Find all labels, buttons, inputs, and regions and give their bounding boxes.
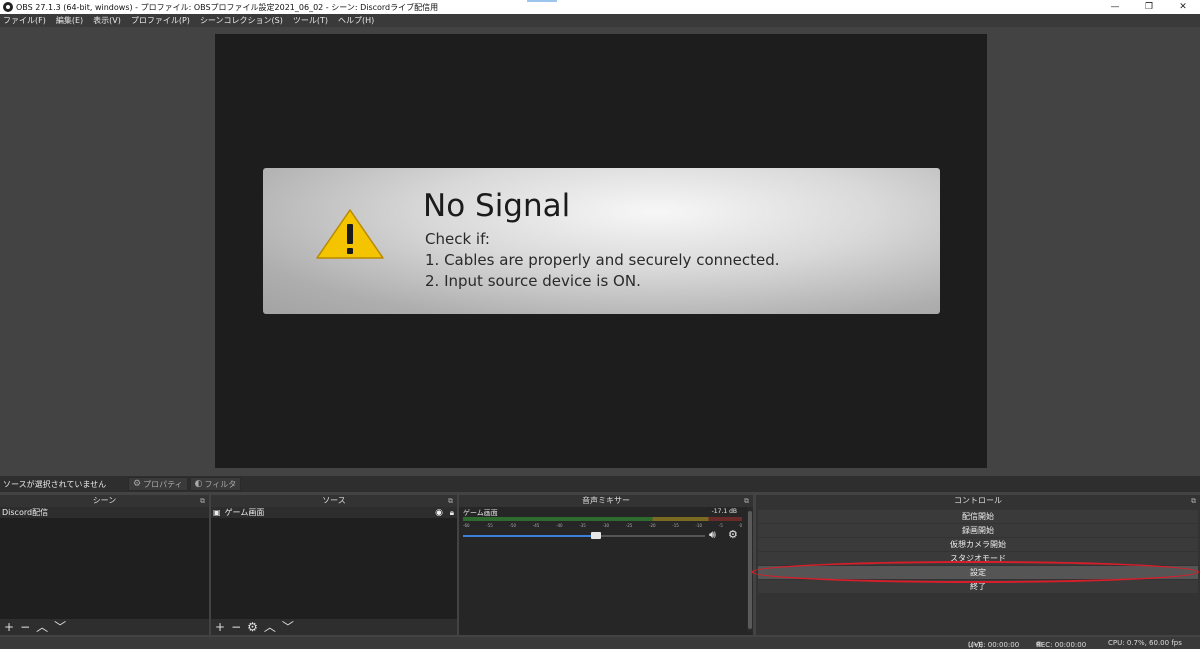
live-time: LIVE: 00:00:00 — [968, 641, 1020, 649]
mixer-dock-header: 音声ミキサー ⧉ — [459, 495, 753, 507]
sources-dock-title: ソース — [322, 496, 346, 505]
warning-triangle-icon — [316, 209, 384, 259]
dock-float-icon[interactable]: ⧉ — [200, 495, 205, 507]
sources-dock-header: ソース ⧉ — [211, 495, 457, 507]
remove-source-icon[interactable]: − — [231, 621, 241, 633]
gear-icon: ⚙ — [133, 479, 142, 489]
sources-dock: ソース ⧉ ▣ ゲーム画面 ◉ 🔒︎ + − ⚙ ︿ ﹀ — [211, 495, 457, 635]
window-title: OBS 27.1.3 (64-bit, windows) - プロファイル: O… — [16, 2, 439, 12]
scenes-dock-header: シーン ⧉ — [0, 495, 209, 507]
start-recording-button[interactable]: 録画開始 — [758, 524, 1198, 537]
dock-float-icon[interactable]: ⧉ — [744, 495, 749, 507]
start-virtual-camera-button[interactable]: 仮想カメラ開始 — [758, 538, 1198, 551]
no-signal-cables: 1. Cables are properly and securely conn… — [425, 251, 780, 269]
properties-button[interactable]: ⚙ プロパティ — [128, 477, 188, 491]
filters-button[interactable]: ◐ フィルタ — [189, 477, 242, 491]
remove-scene-icon[interactable]: − — [20, 621, 30, 633]
preview-canvas[interactable]: No Signal Check if: 1. Cables are proper… — [215, 34, 987, 468]
source-settings-gear-icon[interactable]: ⚙ — [247, 621, 258, 633]
scenes-footer: + − ︿ ﹀ — [0, 619, 209, 635]
scene-item-label: Discord配信 — [2, 508, 49, 517]
mixer-channel: ゲーム画面 -17.1 dB -60 -55 -50 -45 -40 -35 -30 -25-… — [459, 507, 747, 635]
source-item-label: ゲーム画面 — [224, 508, 265, 517]
move-up-icon[interactable]: ︿ — [36, 621, 48, 633]
properties-label: プロパティ — [143, 479, 183, 489]
dock-float-icon[interactable]: ⧉ — [448, 495, 453, 507]
close-button[interactable]: ✕ — [1166, 0, 1200, 14]
start-streaming-button[interactable]: 配信開始 — [758, 510, 1198, 523]
obs-logo-icon — [3, 2, 13, 12]
source-item[interactable]: ▣ ゲーム画面 ◉ 🔒︎ — [211, 507, 457, 518]
maximize-button[interactable]: ❐ — [1132, 0, 1166, 14]
menu-scene-collection[interactable]: シーンコレクション(S) — [200, 15, 283, 26]
menu-view[interactable]: 表示(V) — [93, 15, 121, 26]
meter-scale: -60 -55 -50 -45 -40 -35 -30 -25 -20 -15 -10 -5 0 — [463, 523, 742, 528]
no-signal-title: No Signal — [423, 188, 571, 224]
dock-float-icon[interactable]: ⧉ — [1191, 495, 1196, 507]
menu-bar: ファイル(F) 編集(E) 表示(V) プロファイル(P) シーンコレクション(… — [0, 14, 1200, 27]
sources-footer: + − ⚙ ︿ ﹀ — [211, 619, 457, 635]
sources-list: ▣ ゲーム画面 ◉ 🔒︎ — [211, 507, 457, 619]
cpu-fps: CPU: 0.7%, 60.00 fps — [1108, 639, 1182, 647]
move-up-icon[interactable]: ︿ — [264, 621, 276, 633]
controls-dock-header: コントロール ⧉ — [756, 495, 1200, 507]
capture-card-icon: ▣ — [213, 508, 221, 517]
scenes-dock: シーン ⧉ Discord配信 + − ︿ ﹀ — [0, 495, 209, 635]
status-bar: ((•)) LIVE: 00:00:00 REC: 00:00:00 CPU: … — [0, 637, 1200, 649]
volume-slider[interactable] — [463, 532, 705, 539]
no-source-label: ソースが選択されていません — [3, 479, 107, 489]
move-down-icon[interactable]: ﹀ — [282, 621, 294, 633]
menu-profile[interactable]: プロファイル(P) — [131, 15, 190, 26]
no-signal-device: 2. Input source device is ON. — [425, 272, 641, 290]
minimize-button[interactable]: — — [1098, 0, 1132, 14]
add-scene-icon[interactable]: + — [4, 621, 14, 633]
rec-time: REC: 00:00:00 — [1036, 641, 1087, 649]
window-titlebar: OBS 27.1.3 (64-bit, windows) - プロファイル: O… — [0, 0, 1200, 14]
scene-item[interactable]: Discord配信 — [0, 507, 209, 518]
volume-meter — [463, 517, 742, 521]
controls-dock-title: コントロール — [954, 496, 1002, 505]
speaker-mute-icon[interactable]: 🔊︎ — [709, 528, 716, 542]
filters-label: フィルタ — [204, 479, 237, 489]
no-signal-panel: No Signal Check if: 1. Cables are proper… — [263, 168, 940, 314]
mixer-gear-icon[interactable]: ⚙ — [728, 528, 738, 541]
settings-highlight-annotation — [751, 561, 1199, 583]
move-down-icon[interactable]: ﹀ — [54, 621, 66, 633]
menu-help[interactable]: ヘルプ(H) — [338, 15, 374, 26]
menu-file[interactable]: ファイル(F) — [3, 15, 46, 26]
lock-icon[interactable]: 🔒︎ — [450, 508, 454, 518]
audio-mixer-dock: 音声ミキサー ⧉ ゲーム画面 -17.1 dB -60 -55 -50 -45 -40-… — [459, 495, 753, 635]
source-toolbar: ソースが選択されていません ⚙ プロパティ ◐ フィルタ — [0, 476, 1200, 492]
scenes-dock-title: シーン — [92, 496, 117, 505]
volume-slider-fill — [463, 535, 597, 537]
visibility-eye-icon[interactable]: ◉ — [435, 508, 443, 518]
add-source-icon[interactable]: + — [215, 621, 225, 633]
scenes-list: Discord配信 — [0, 507, 209, 619]
title-focus-indicator — [527, 0, 557, 2]
filter-icon: ◐ — [194, 479, 203, 489]
volume-slider-handle[interactable] — [591, 532, 602, 539]
menu-edit[interactable]: 編集(E) — [56, 15, 83, 26]
mixer-level-readout: -17.1 dB — [711, 508, 737, 515]
mixer-dock-title: 音声ミキサー — [582, 496, 630, 505]
menu-tools[interactable]: ツール(T) — [293, 15, 328, 26]
no-signal-check: Check if: — [425, 230, 490, 248]
